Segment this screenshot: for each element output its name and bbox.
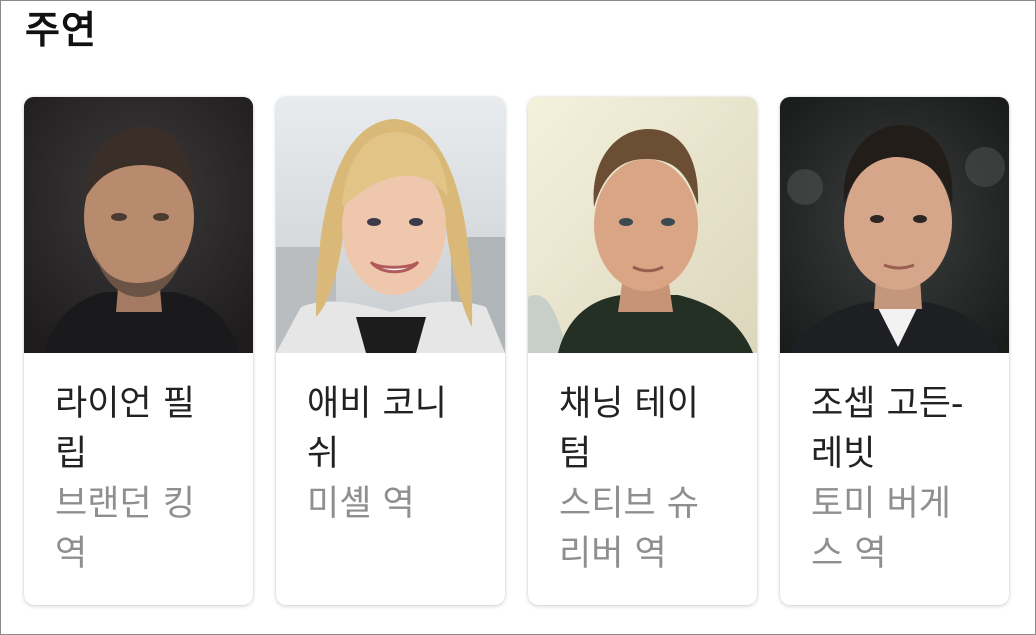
cast-card-text: 조셉 고든-레빗 토미 버게스 역 xyxy=(780,353,1009,579)
character-role: 브랜던 킹 역 xyxy=(55,484,195,574)
cast-panel: 주연 라이언 필립 브랜던 킹 역 애비 코니쉬 미셸 역 채닝 테이텀 스티브… xyxy=(0,0,1036,635)
actor-photo xyxy=(24,97,253,353)
cast-card-list: 라이언 필립 브랜던 킹 역 애비 코니쉬 미셸 역 채닝 테이텀 스티브 슈리… xyxy=(24,97,1009,605)
cast-card[interactable]: 채닝 테이텀 스티브 슈리버 역 xyxy=(528,97,757,605)
actor-photo xyxy=(276,97,505,353)
cast-card[interactable]: 애비 코니쉬 미셸 역 xyxy=(276,97,505,605)
cast-card-text: 애비 코니쉬 미셸 역 xyxy=(276,353,505,529)
actor-photo xyxy=(780,97,1009,353)
cast-card[interactable]: 조셉 고든-레빗 토미 버게스 역 xyxy=(780,97,1009,605)
actor-name: 애비 코니쉬 xyxy=(307,384,447,474)
cast-card[interactable]: 라이언 필립 브랜던 킹 역 xyxy=(24,97,253,605)
actor-photo xyxy=(528,97,757,353)
actor-name: 조셉 고든-레빗 xyxy=(811,384,964,474)
cast-card-text: 라이언 필립 브랜던 킹 역 xyxy=(24,353,253,579)
character-role: 미셸 역 xyxy=(307,484,415,524)
character-role: 스티브 슈리버 역 xyxy=(559,484,699,574)
character-role: 토미 버게스 역 xyxy=(811,484,951,574)
actor-name: 라이언 필립 xyxy=(55,384,195,474)
section-title: 주연 xyxy=(25,8,97,52)
actor-name: 채닝 테이텀 xyxy=(559,384,699,474)
cast-card-text: 채닝 테이텀 스티브 슈리버 역 xyxy=(528,353,757,579)
